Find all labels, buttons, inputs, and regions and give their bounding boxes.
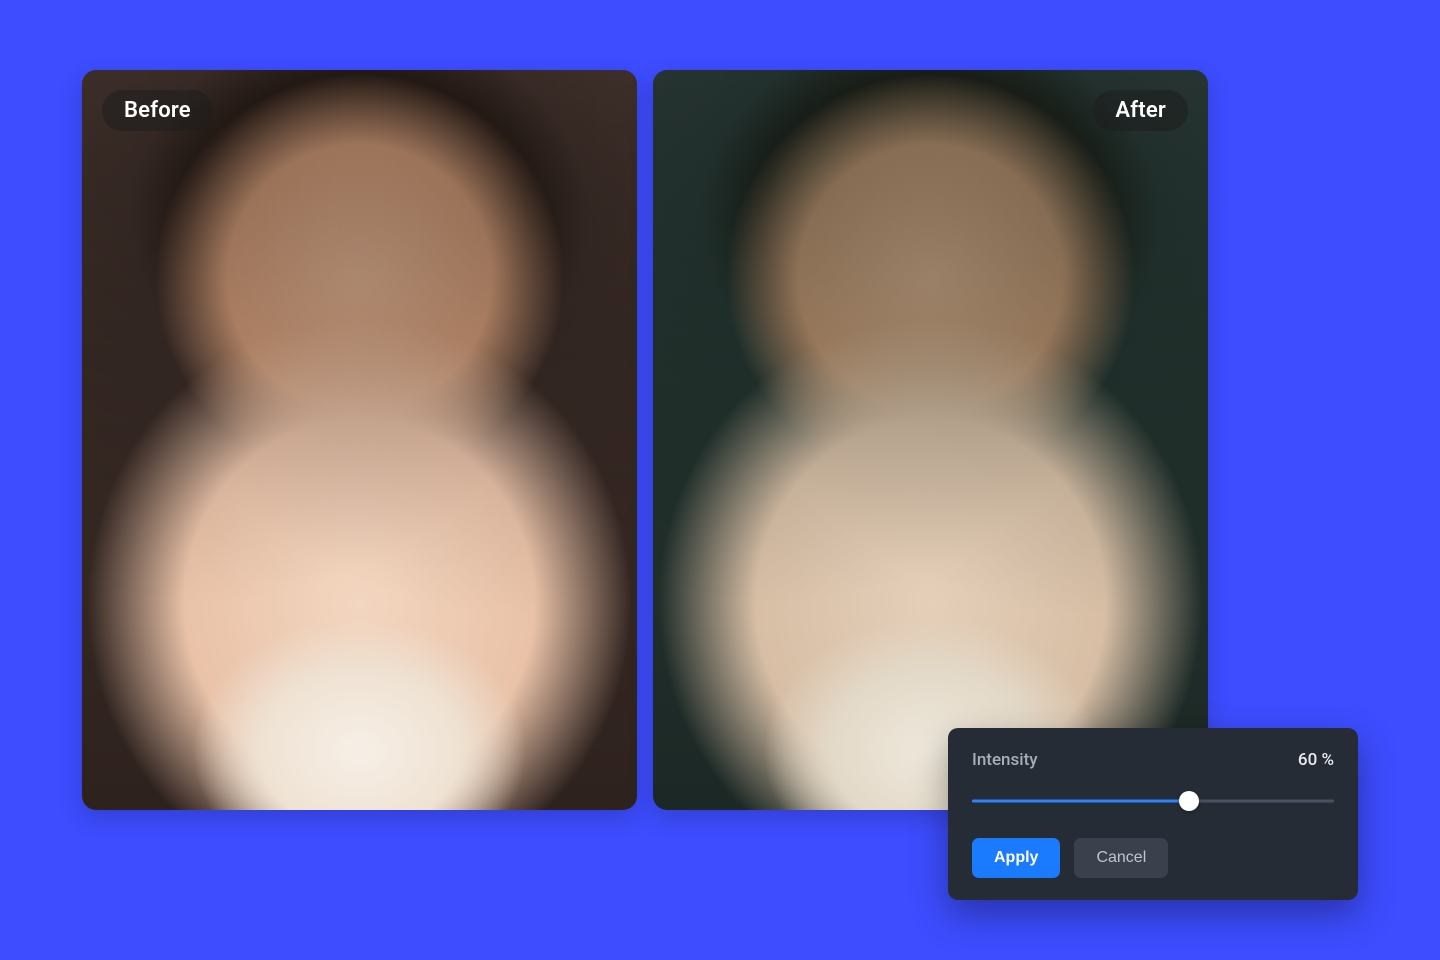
after-badge: After <box>1093 90 1188 131</box>
intensity-label: Intensity <box>972 750 1038 770</box>
after-image-card: After <box>653 70 1208 810</box>
before-badge: Before <box>102 90 213 131</box>
slider-track[interactable] <box>972 800 1334 803</box>
intensity-control-panel: Intensity 60 % Apply Cancel <box>948 728 1358 900</box>
cancel-button[interactable]: Cancel <box>1074 838 1168 878</box>
control-buttons: Apply Cancel <box>972 838 1334 878</box>
after-image <box>653 70 1208 810</box>
before-after-compare: Before After <box>82 70 1208 810</box>
intensity-value: 60 % <box>1298 750 1334 770</box>
slider-track-fill <box>972 800 1189 803</box>
intensity-slider[interactable] <box>972 790 1334 812</box>
apply-button[interactable]: Apply <box>972 838 1060 878</box>
before-image-card: Before <box>82 70 637 810</box>
slider-thumb[interactable] <box>1179 791 1199 811</box>
intensity-header: Intensity 60 % <box>972 750 1334 770</box>
before-image <box>82 70 637 810</box>
